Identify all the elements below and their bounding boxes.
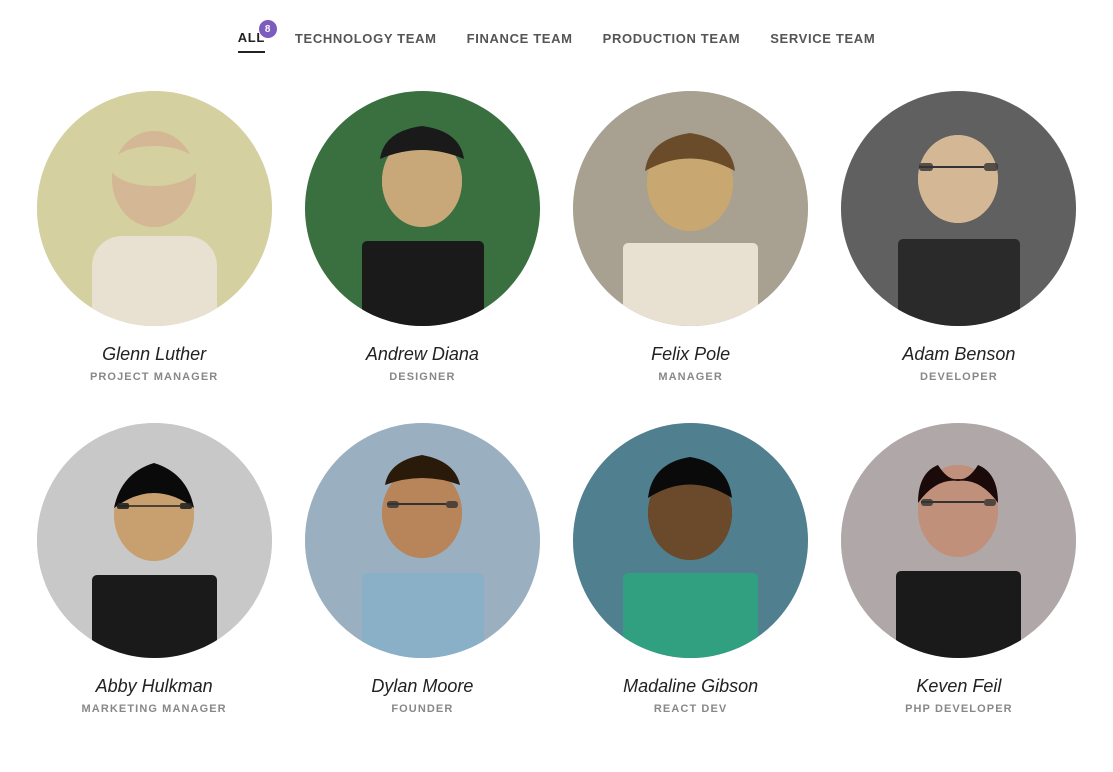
avatar-2 <box>305 91 540 326</box>
avatar-3 <box>573 91 808 326</box>
member-name-3: Felix Pole <box>651 344 730 365</box>
member-role-6: FOUNDER <box>391 703 453 715</box>
tab-production-label: PRODUCTION TEAM <box>603 31 741 46</box>
avatar-7 <box>573 423 808 658</box>
member-role-3: MANAGER <box>658 371 723 383</box>
tab-all-badge: 8 <box>259 20 277 38</box>
team-member-5: Abby Hulkman MARKETING MANAGER <box>30 423 278 715</box>
tab-finance-label: FINANCE TEAM <box>467 31 573 46</box>
team-grid: Glenn Luther PROJECT MANAGER Andrew Diana… <box>30 91 1083 715</box>
member-role-5: MARKETING MANAGER <box>82 703 227 715</box>
member-name-2: Andrew Diana <box>366 344 479 365</box>
member-role-7: REACT DEV <box>654 703 727 715</box>
tab-technology[interactable]: TECHNOLOGY TEAM <box>295 31 437 52</box>
member-name-1: Glenn Luther <box>102 344 206 365</box>
team-member-3: Felix Pole MANAGER <box>567 91 815 383</box>
member-name-5: Abby Hulkman <box>96 676 213 697</box>
nav-tabs: ALL 8 TECHNOLOGY TEAM FINANCE TEAM PRODU… <box>30 20 1083 61</box>
member-name-8: Keven Feil <box>916 676 1001 697</box>
avatar-1 <box>37 91 272 326</box>
member-name-7: Madaline Gibson <box>623 676 758 697</box>
team-member-4: Adam Benson DEVELOPER <box>835 91 1083 383</box>
member-role-4: DEVELOPER <box>920 371 998 383</box>
avatar-4 <box>841 91 1076 326</box>
member-name-4: Adam Benson <box>902 344 1015 365</box>
tab-technology-label: TECHNOLOGY TEAM <box>295 31 437 46</box>
member-role-8: PHP DEVELOPER <box>905 703 1013 715</box>
team-member-8: Keven Feil PHP DEVELOPER <box>835 423 1083 715</box>
avatar-6 <box>305 423 540 658</box>
member-role-2: DESIGNER <box>389 371 455 383</box>
tab-service-label: SERVICE TEAM <box>770 31 875 46</box>
page-container: ALL 8 TECHNOLOGY TEAM FINANCE TEAM PRODU… <box>0 0 1113 755</box>
member-name-6: Dylan Moore <box>371 676 473 697</box>
team-member-1: Glenn Luther PROJECT MANAGER <box>30 91 278 383</box>
member-role-1: PROJECT MANAGER <box>90 371 218 383</box>
avatar-8 <box>841 423 1076 658</box>
tab-finance[interactable]: FINANCE TEAM <box>467 31 573 52</box>
team-member-6: Dylan Moore FOUNDER <box>298 423 546 715</box>
avatar-5 <box>37 423 272 658</box>
tab-production[interactable]: PRODUCTION TEAM <box>603 31 741 52</box>
tab-all[interactable]: ALL 8 <box>238 30 265 53</box>
team-member-7: Madaline Gibson REACT DEV <box>567 423 815 715</box>
team-member-2: Andrew Diana DESIGNER <box>298 91 546 383</box>
tab-service[interactable]: SERVICE TEAM <box>770 31 875 52</box>
